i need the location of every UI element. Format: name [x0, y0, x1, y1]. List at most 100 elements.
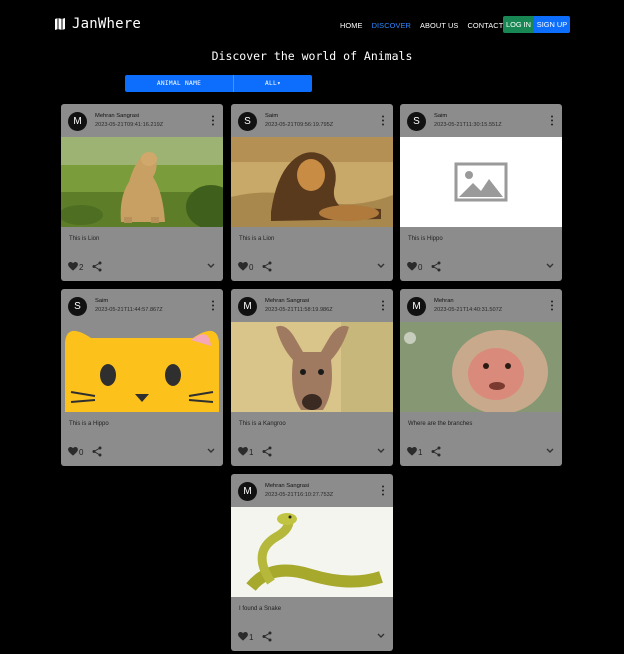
share-icon[interactable] — [92, 446, 102, 457]
card-image — [231, 322, 393, 412]
lion-image — [231, 137, 393, 227]
signup-button[interactable]: SIGN UP — [534, 16, 570, 33]
avatar: M — [238, 297, 257, 316]
nav-about-link[interactable]: ABOUT US — [420, 21, 458, 30]
monkey-image — [400, 322, 562, 412]
like-count: 1 — [418, 448, 423, 457]
more-vert-icon[interactable] — [550, 300, 554, 311]
animal-card: M Mehran Sangrasi 2023-05-21T11:58:19.98… — [231, 289, 393, 466]
chevron-down-icon[interactable] — [546, 263, 554, 269]
card-author: Saim — [434, 113, 448, 119]
card-image — [400, 137, 562, 227]
animal-card: M Mehran 2023-05-21T14:40:31.507Z Where … — [400, 289, 562, 466]
more-vert-icon[interactable] — [211, 115, 215, 126]
heart-icon[interactable] — [68, 262, 78, 271]
card-image — [400, 322, 562, 412]
card-header: M Mehran Sangrasi 2023-05-21T16:10:27.75… — [231, 474, 393, 507]
like-count: 0 — [79, 448, 84, 457]
animal-filter-dropdown[interactable]: ALL▾ — [234, 75, 312, 92]
more-vert-icon[interactable] — [381, 300, 385, 311]
chevron-down-icon[interactable] — [207, 448, 215, 454]
animal-name-filter-button[interactable]: ANIMAL NAME — [125, 75, 234, 92]
card-date: 2023-05-21T09:56:19.795Z — [265, 122, 334, 128]
login-button[interactable]: LOG IN — [503, 16, 534, 33]
heart-icon[interactable] — [238, 632, 248, 641]
brand[interactable]: JanWhere — [55, 16, 141, 32]
card-actions: 2 — [61, 259, 223, 275]
avatar: M — [68, 112, 87, 131]
card-actions: 0 — [231, 259, 393, 275]
heart-icon[interactable] — [238, 262, 248, 271]
animal-card: S Saim 2023-05-21T11:30:15.551Z This is … — [400, 104, 562, 281]
card-header: M Mehran 2023-05-21T14:40:31.507Z — [400, 289, 562, 322]
chevron-down-icon[interactable] — [207, 263, 215, 269]
card-caption: This is Lion — [69, 236, 100, 242]
share-icon[interactable] — [262, 261, 272, 272]
card-caption: This is Hippo — [408, 236, 443, 242]
card-header: S Saim 2023-05-21T09:56:19.795Z — [231, 104, 393, 137]
card-actions: 1 — [400, 444, 562, 460]
image-placeholder — [400, 137, 562, 227]
snake-image — [231, 507, 393, 597]
brand-name: JanWhere — [72, 16, 142, 32]
card-caption: This is a Hippo — [69, 421, 109, 427]
heart-icon[interactable] — [68, 447, 78, 456]
like-count: 0 — [249, 263, 254, 272]
avatar: S — [68, 297, 87, 316]
page-title: Discover the world of Animals — [211, 49, 413, 63]
heart-icon[interactable] — [238, 447, 248, 456]
lioness-image — [61, 137, 223, 227]
card-author: Mehran Sangrasi — [265, 483, 310, 489]
card-caption: This is a Lion — [239, 236, 275, 242]
more-vert-icon[interactable] — [381, 485, 385, 496]
avatar: S — [238, 112, 257, 131]
card-actions: 1 — [231, 444, 393, 460]
nav-discover-link[interactable]: DISCOVER — [372, 21, 411, 30]
share-icon[interactable] — [262, 631, 272, 642]
chevron-down-icon[interactable] — [546, 448, 554, 454]
card-actions: 1 — [231, 629, 393, 645]
card-date: 2023-05-21T11:30:15.551Z — [434, 122, 502, 128]
animal-filter: ANIMAL NAME ALL▾ — [125, 75, 312, 92]
chevron-down-icon[interactable] — [377, 633, 385, 639]
card-header: S Saim 2023-05-21T11:30:15.551Z — [400, 104, 562, 137]
nav-home-link[interactable]: HOME — [340, 21, 363, 30]
like-count: 2 — [79, 263, 84, 272]
cat-emoji-image — [61, 322, 223, 412]
share-icon[interactable] — [92, 261, 102, 272]
card-image — [231, 137, 393, 227]
card-image — [61, 137, 223, 227]
card-caption: I found a Snake — [239, 606, 282, 612]
share-icon[interactable] — [262, 446, 272, 457]
like-count: 1 — [249, 448, 254, 457]
card-author: Saim — [95, 298, 109, 304]
chevron-down-icon[interactable] — [377, 448, 385, 454]
more-vert-icon[interactable] — [211, 300, 215, 311]
kangaroo-image — [231, 322, 393, 412]
avatar: M — [238, 482, 257, 501]
share-icon[interactable] — [431, 261, 441, 272]
avatar: S — [407, 112, 426, 131]
card-caption: This is a Kangroo — [239, 421, 286, 427]
card-image — [61, 322, 223, 412]
map-icon — [55, 18, 65, 30]
share-icon[interactable] — [431, 446, 441, 457]
like-count: 0 — [418, 263, 423, 272]
nav-links: HOME DISCOVER ABOUT US CONTACT US — [340, 16, 525, 34]
chevron-down-icon[interactable] — [377, 263, 385, 269]
card-author: Mehran Sangrasi — [265, 298, 310, 304]
animal-card: S Saim 2023-05-21T11:44:57.867Z This is … — [61, 289, 223, 466]
card-author: Mehran Sangrasi — [95, 113, 140, 119]
card-actions: 0 — [400, 259, 562, 275]
avatar: M — [407, 297, 426, 316]
card-actions: 0 — [61, 444, 223, 460]
more-vert-icon[interactable] — [381, 115, 385, 126]
heart-icon[interactable] — [407, 447, 417, 456]
card-author: Saim — [265, 113, 279, 119]
card-header: M Mehran Sangrasi 2023-05-21T09:41:16.21… — [61, 104, 223, 137]
more-vert-icon[interactable] — [550, 115, 554, 126]
card-date: 2023-05-21T11:58:19.986Z — [265, 307, 333, 313]
like-count: 1 — [249, 633, 254, 642]
card-author: Mehran — [434, 298, 454, 304]
heart-icon[interactable] — [407, 262, 417, 271]
